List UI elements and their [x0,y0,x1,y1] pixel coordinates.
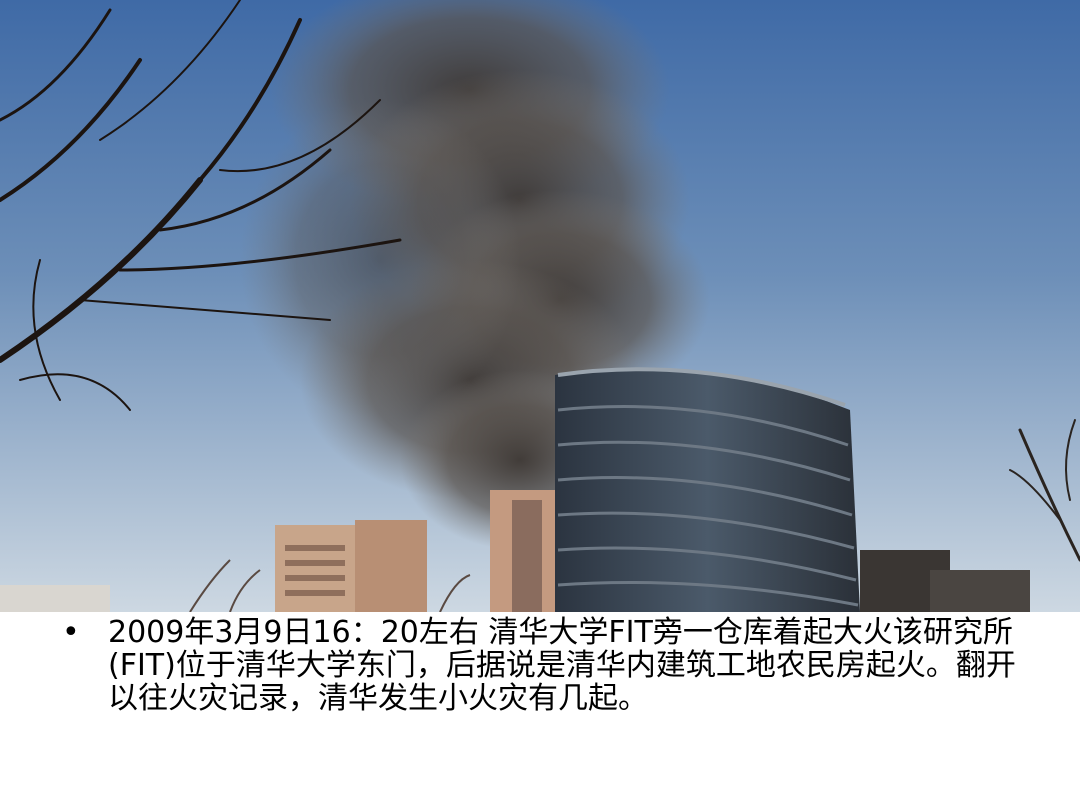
caption: • 2009年3月9日16：20左右 清华大学FIT旁一仓库着起大火该研究所(F… [60,616,1040,766]
bullet-marker: • [62,615,80,650]
tan-building [275,520,427,612]
bullet-text: 2009年3月9日16：20左右 清华大学FIT旁一仓库着起大火该研究所(FIT… [108,615,1016,716]
bullet-item: • 2009年3月9日16：20左右 清华大学FIT旁一仓库着起大火该研究所(F… [60,616,1040,715]
fire-smoke-photo [0,0,1080,612]
photo-illustration [0,0,1080,612]
slide: • 2009年3月9日16：20左右 清华大学FIT旁一仓库着起大火该研究所(F… [0,0,1080,810]
low-building [0,585,110,612]
curved-building [555,367,860,612]
middle-tower [490,490,560,612]
right-building-far [930,570,1030,612]
